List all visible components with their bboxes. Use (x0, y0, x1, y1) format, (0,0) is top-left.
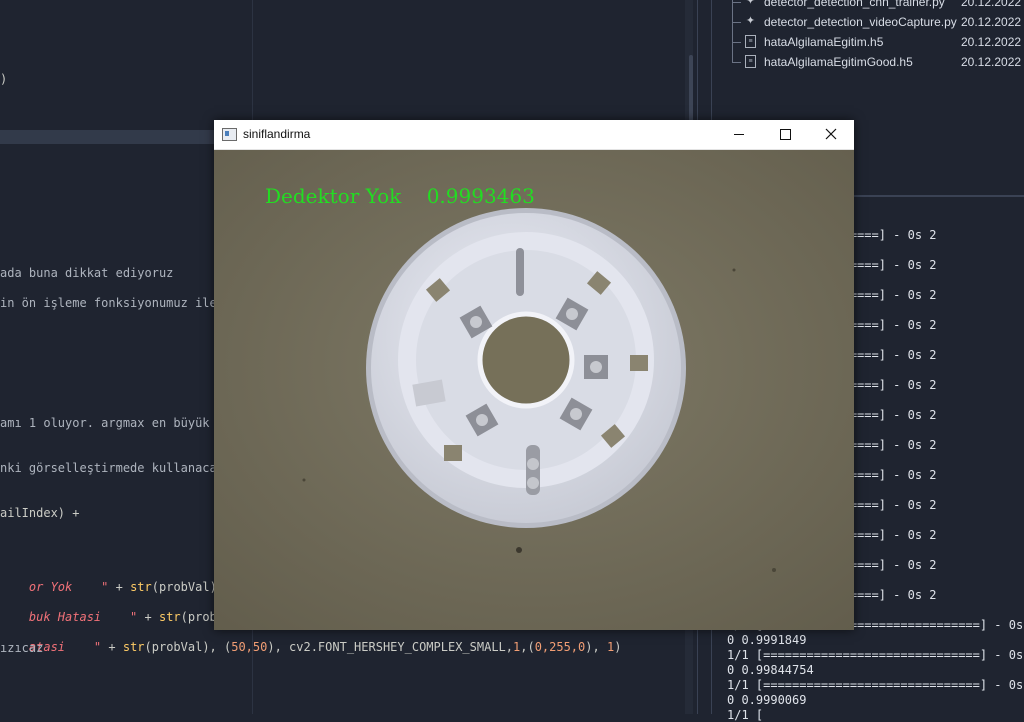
tree-connector (732, 2, 741, 23)
file-date: 20.12.2022 0 (961, 55, 1024, 69)
close-icon (825, 128, 837, 140)
terminal-line: 1/1 [==============================] - 0… (727, 648, 1024, 662)
detector-base-image (214, 150, 854, 630)
terminal-line: 1/1 [ (727, 708, 764, 722)
file-icon: ≡ (745, 55, 756, 68)
minimize-button[interactable] (716, 120, 762, 149)
window-titlebar[interactable]: siniflandirma (214, 120, 854, 150)
maximize-button[interactable] (762, 120, 808, 149)
tree-connector (732, 22, 741, 43)
code-comment-line: in ön işleme fonksiyonumuz ile (0, 296, 217, 310)
classification-window[interactable]: siniflandirma Dedektor Yok 0.9993463 (214, 120, 854, 630)
file-name: hataAlgilamaEgitimGood.h5 (764, 55, 913, 69)
file-name: hataAlgilamaEgitim.h5 (764, 35, 884, 49)
code-line: atasi " + str(probVal), (50,50), cv2.FON… (28, 640, 622, 654)
prediction-overlay: Dedektor Yok 0.9993463 (265, 184, 535, 208)
probability-value: 0.9993463 (426, 184, 535, 208)
minimize-icon (734, 134, 744, 135)
terminal-line: 0 0.99844754 (727, 663, 814, 677)
terminal-line: 0 0.9991849 (727, 633, 807, 647)
code-comment-line: ada buna dikkat ediyoruz (0, 266, 174, 280)
tree-connector (732, 42, 741, 63)
python-icon: ✦ (745, 15, 756, 27)
file-date: 20.12.2022 0 (961, 15, 1024, 29)
maximize-icon (780, 129, 791, 140)
app-icon (222, 128, 237, 141)
file-date: 20.12.2022 0 (961, 35, 1024, 49)
code-comment-line: amı 1 oluyor. argmax en büyük o (0, 416, 224, 430)
file-name: detector_detection_videoCapture.py (764, 15, 957, 29)
file-date: 20.12.2022 0 (961, 0, 1024, 9)
code-comment-line: ızıcaz (0, 641, 44, 655)
terminal-line: 0 0.9990069 (727, 693, 807, 707)
prediction-label: Dedektor Yok (265, 184, 402, 208)
close-button[interactable] (808, 120, 854, 149)
file-name: detector_detection_cnn_trainer.py (764, 0, 945, 9)
code-line: ) (0, 72, 8, 86)
camera-frame: Dedektor Yok 0.9993463 (214, 150, 854, 630)
code-line: ailIndex) + (0, 506, 80, 520)
terminal-line: 1/1 [==============================] - 0… (727, 678, 1024, 692)
window-title: siniflandirma (243, 127, 311, 141)
file-icon: ≡ (745, 35, 756, 48)
python-icon: ✦ (745, 0, 756, 7)
code-comment-line: nki görselleştirmede kullanacağ (0, 461, 224, 475)
